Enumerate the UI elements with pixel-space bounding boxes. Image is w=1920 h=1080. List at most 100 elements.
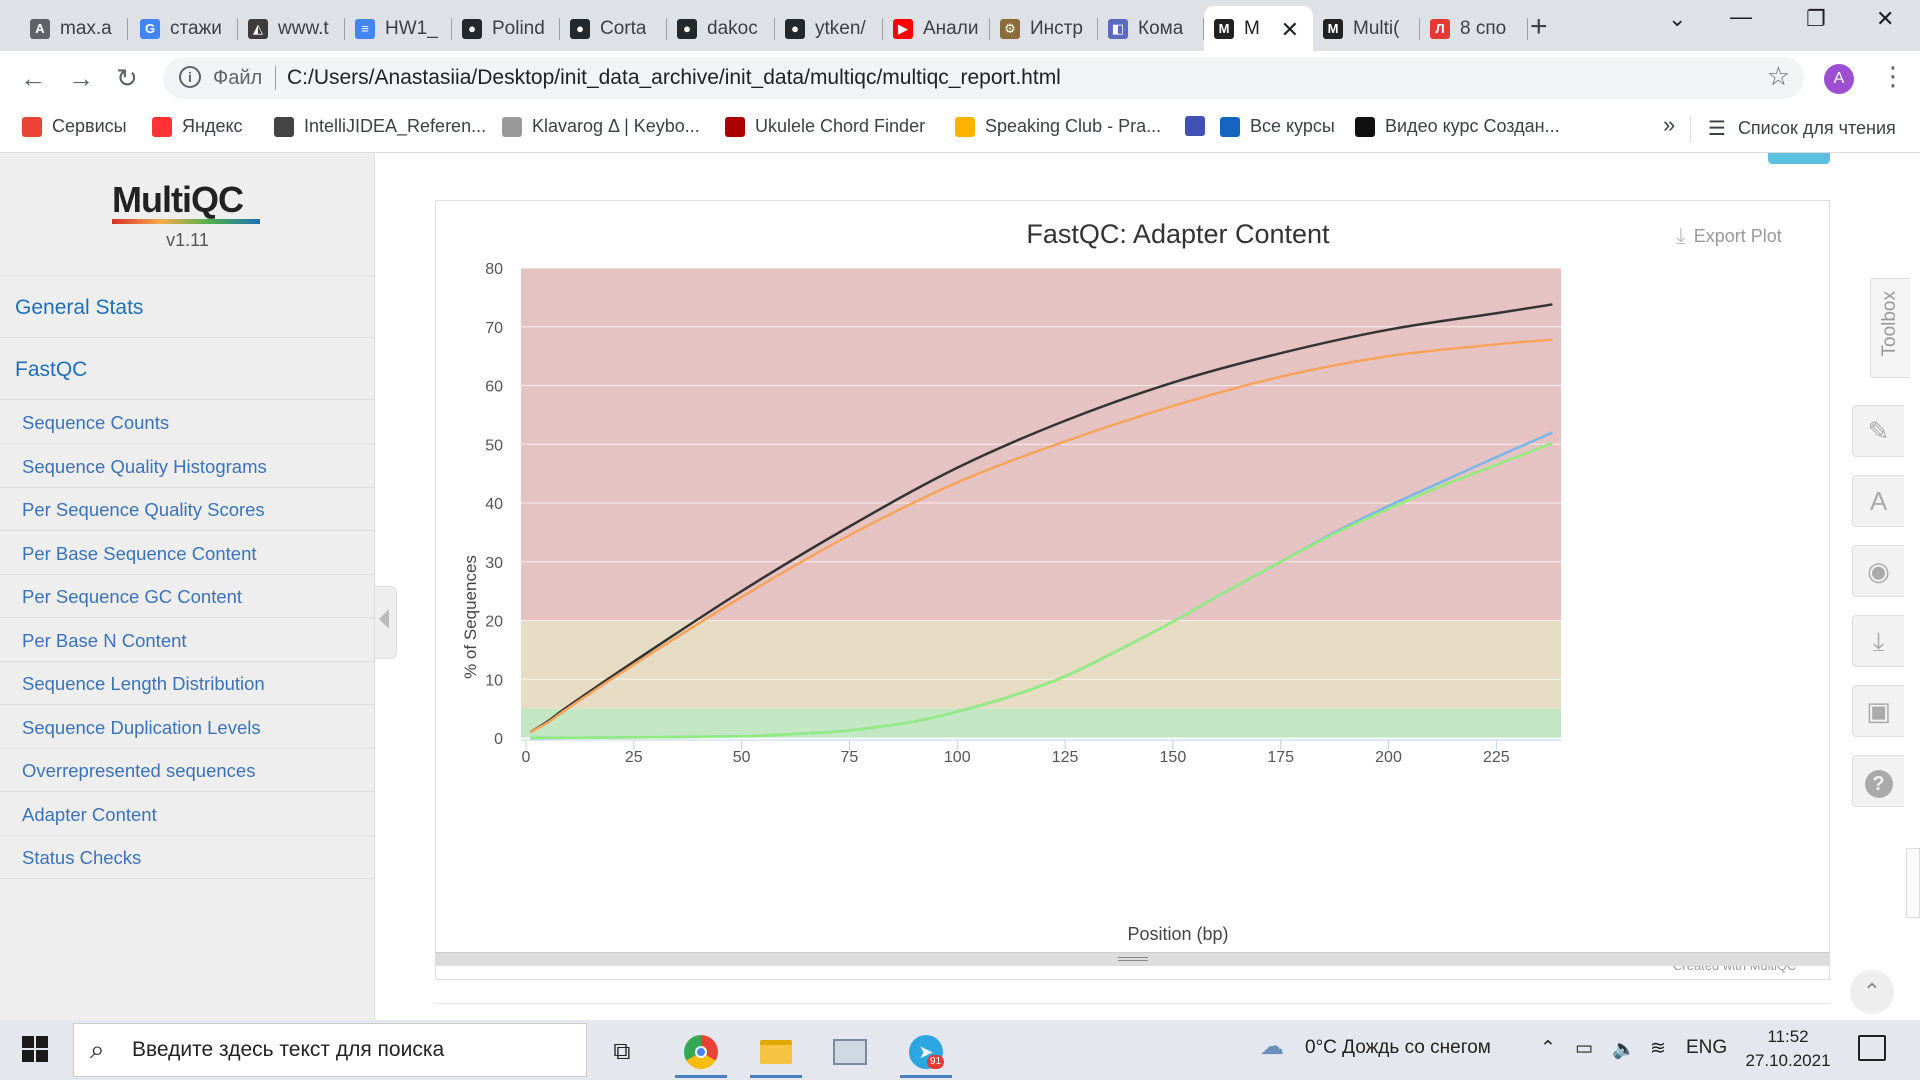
windows-start-button[interactable] <box>22 1036 48 1062</box>
battery-icon[interactable]: ▭ <box>1575 1037 1593 1060</box>
nav-subitem[interactable]: Per Sequence GC Content <box>0 575 375 618</box>
bookmark-item[interactable]: Speaking Club - Pra... <box>955 116 1161 137</box>
save-settings-button[interactable]: ▣ <box>1852 685 1904 737</box>
browser-tab[interactable]: ⚙ Инстр <box>990 6 1098 51</box>
bookmark-item[interactable]: Все курсы <box>1220 116 1335 137</box>
taskbar-file-explorer[interactable] <box>746 1026 806 1078</box>
url-field[interactable]: i Файл C:/Users/Anastasiia/Desktop/init_… <box>163 57 1804 99</box>
help-button[interactable]: ? <box>1852 755 1904 807</box>
nav-subitem[interactable]: Adapter Content <box>0 793 375 836</box>
browser-tab[interactable]: ◭ www.t <box>238 6 345 51</box>
highlight-samples-button[interactable]: ✎ <box>1852 405 1904 457</box>
browser-tab[interactable]: Gстажи <box>130 6 238 51</box>
volume-icon[interactable]: 🔈 <box>1612 1037 1636 1061</box>
browser-tab[interactable]: M Multi( <box>1313 6 1420 51</box>
bookmark-item[interactable] <box>1185 116 1215 136</box>
nav-general-stats[interactable]: General Stats <box>0 277 375 338</box>
logo-section: MultiQC v1.11 <box>0 153 375 276</box>
toolbox-tab[interactable]: Toolbox <box>1870 278 1910 378</box>
taskbar-clock[interactable]: 11:52 27.10.2021 <box>1738 1025 1838 1073</box>
tab-separator <box>1527 18 1528 40</box>
nav-subitem[interactable]: Per Base Sequence Content <box>0 532 375 575</box>
nav-fastqc[interactable]: FastQC <box>0 339 375 400</box>
nav-subitem[interactable]: Sequence Counts <box>0 401 375 444</box>
bookmark-item[interactable]: Klavarog Δ | Keybo... <box>502 116 700 137</box>
info-icon[interactable]: i <box>179 66 201 88</box>
adapter-content-chart[interactable]: 0 25 50 75 100 125 150 175 200 225 0 10 20 30 40 50 60 7… <box>436 201 1831 981</box>
chart-title: FastQC: Adapter Content <box>1026 219 1330 249</box>
export-plots-button[interactable]: ⤓ <box>1852 615 1904 667</box>
x-tick-label: 100 <box>944 749 971 766</box>
weather-text[interactable]: 0°C Дождь со снегом <box>1305 1037 1491 1059</box>
y-axis-label: % of Sequences <box>461 555 480 679</box>
nav-subitem[interactable]: Sequence Quality Histograms <box>0 445 375 488</box>
tab-active[interactable]: M M ✕ <box>1204 6 1313 51</box>
bookmarks-more-button[interactable]: » <box>1663 112 1675 138</box>
browser-tab[interactable]: ● Polind <box>452 6 560 51</box>
browser-menu-icon[interactable]: ⋮ <box>1880 61 1906 92</box>
bookmark-item[interactable]: IntelliJIDEA_Referen... <box>274 116 486 137</box>
browser-tab[interactable]: Л 8 спо <box>1420 6 1528 51</box>
tab-favicon-icon: M <box>1323 18 1343 39</box>
taskbar-telegram[interactable]: ➤ 91 <box>896 1026 956 1078</box>
restore-button[interactable]: ❐ <box>1806 6 1826 32</box>
browser-tab[interactable]: ▶ Анали <box>883 6 990 51</box>
nav-subitem[interactable]: Overrepresented sequences <box>0 749 375 792</box>
browser-tab[interactable]: ≡ HW1_ <box>345 6 452 51</box>
bookmark-label: Видео курс Создан... <box>1385 116 1560 136</box>
taskbar-chrome[interactable] <box>671 1026 731 1078</box>
browser-tab[interactable]: ◧ Кома <box>1098 6 1204 51</box>
browser-tab[interactable]: Amax.a <box>20 6 128 51</box>
tab-favicon-icon: G <box>140 18 160 39</box>
bookmark-item[interactable]: Видео курс Создан... <box>1355 116 1560 137</box>
x-tick-label: 225 <box>1483 749 1510 766</box>
profile-avatar[interactable]: A <box>1824 64 1854 94</box>
nav-subitem[interactable]: Status Checks <box>0 836 375 879</box>
reading-list-button[interactable]: ☰ Список для чтения <box>1708 116 1896 141</box>
export-plot-button[interactable]: ⤓ Export Plot <box>1676 223 1782 249</box>
page-scrollbar-thumb[interactable] <box>1906 848 1920 918</box>
forward-arrow-icon[interactable]: → <box>68 63 94 94</box>
search-icon: ⌕ <box>90 1034 105 1064</box>
bookmark-item[interactable]: Яндекс <box>152 116 243 137</box>
multiqc-logo[interactable]: MultiQC <box>112 179 244 221</box>
tab-label: Анали <box>923 17 979 39</box>
nav-subitem[interactable]: Per Base N Content <box>0 619 375 662</box>
section-help-button[interactable] <box>1768 153 1830 164</box>
tray-expand-icon[interactable]: ⌃ <box>1540 1037 1556 1060</box>
bookmarks-bar: Сервисы Яндекс IntelliJIDEA_Referen... Klav… <box>0 106 1920 153</box>
url-text[interactable]: C:/Users/Anastasiia/Desktop/init_data_ar… <box>287 66 1061 90</box>
wifi-icon[interactable]: ≋ <box>1650 1037 1666 1060</box>
bookmark-item[interactable]: Ukulele Chord Finder <box>725 116 925 137</box>
rename-samples-button[interactable]: A <box>1852 475 1904 527</box>
scroll-to-top-button[interactable]: ⌃ <box>1850 970 1894 1014</box>
minimize-button[interactable]: — <box>1730 4 1752 30</box>
taskbar-app[interactable] <box>820 1026 880 1078</box>
reload-icon[interactable]: ↻ <box>116 63 138 94</box>
new-tab-button[interactable]: + <box>1530 10 1548 44</box>
x-axis-label: Position (bp) <box>1127 924 1228 944</box>
task-view-button[interactable]: ⧉ <box>592 1026 652 1078</box>
language-indicator[interactable]: ENG <box>1686 1037 1727 1059</box>
x-tick-label: 50 <box>733 749 751 766</box>
browser-tab[interactable]: ● Corta <box>560 6 667 51</box>
nav-subitem[interactable]: Sequence Duplication Levels <box>0 706 375 749</box>
tab-search-icon[interactable]: ⌄ <box>1668 6 1686 32</box>
bookmark-star-icon[interactable]: ☆ <box>1767 61 1790 92</box>
nav-subitem[interactable]: Sequence Length Distribution <box>0 662 375 705</box>
taskbar-search-input[interactable]: ⌕ Введите здесь текст для поиска <box>73 1023 587 1077</box>
close-window-button[interactable]: ✕ <box>1876 6 1894 32</box>
back-arrow-icon[interactable]: ← <box>20 63 46 94</box>
bookmark-item[interactable]: Сервисы <box>22 116 127 137</box>
sidebar-collapse-toggle[interactable] <box>375 586 397 659</box>
bookmarks-divider <box>1690 116 1691 142</box>
sidebar-nav: MultiQC v1.11 General Stats FastQC Sequen… <box>0 153 375 1020</box>
close-tab-icon[interactable]: ✕ <box>1281 17 1299 43</box>
tab-label: Кома <box>1138 17 1184 39</box>
notification-center-icon[interactable] <box>1858 1035 1886 1061</box>
browser-tab[interactable]: ● ytken/ <box>775 6 883 51</box>
browser-tab[interactable]: ● dakoc <box>667 6 775 51</box>
nav-subitem[interactable]: Per Sequence Quality Scores <box>0 488 375 531</box>
hide-samples-button[interactable]: ◉ <box>1852 545 1904 597</box>
weather-icon[interactable]: ☁ <box>1260 1032 1284 1061</box>
